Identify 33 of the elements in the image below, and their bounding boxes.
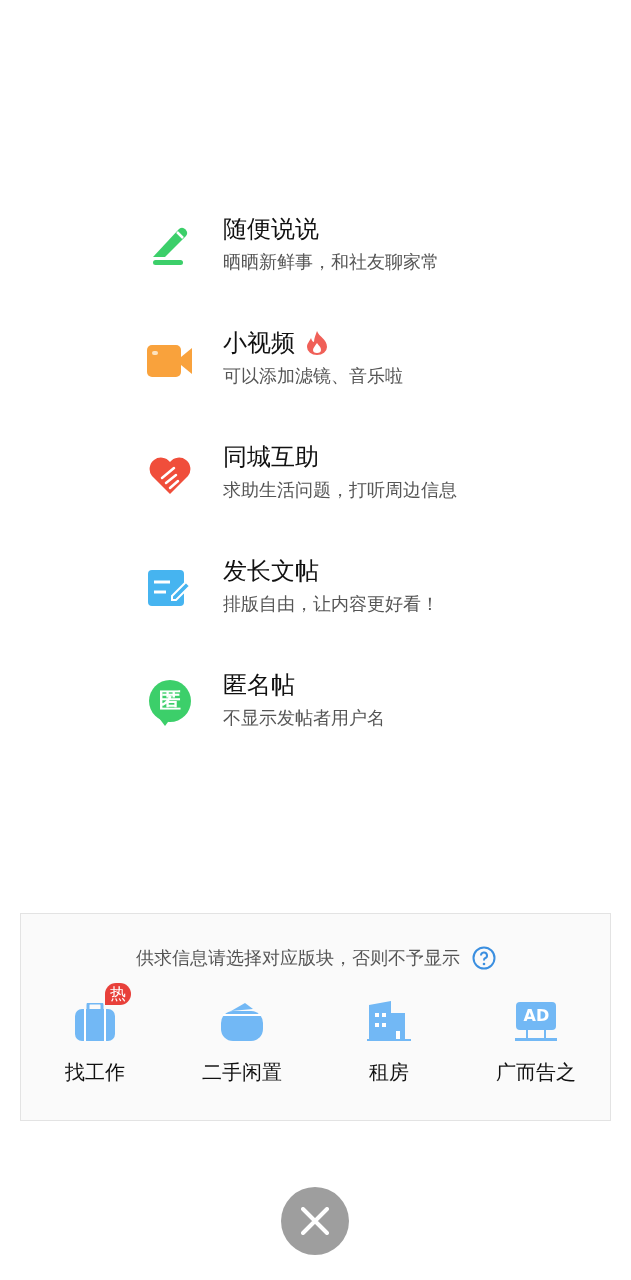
category-option[interactable]: 二手闲置 bbox=[168, 981, 316, 1087]
building-icon bbox=[367, 1001, 412, 1041]
video-camera-icon bbox=[147, 345, 193, 377]
suitcase-icon bbox=[74, 1003, 115, 1041]
category-option[interactable]: 热 找工作 bbox=[21, 981, 169, 1087]
basket-icon bbox=[220, 1001, 263, 1041]
post-type-option[interactable]: 发长文帖 排版自由，让内容更好看！ bbox=[0, 532, 631, 646]
edit-document-icon bbox=[148, 570, 192, 608]
option-description: 不显示发帖者用户名 bbox=[223, 709, 385, 727]
option-description: 求助生活问题，打听周边信息 bbox=[223, 481, 457, 499]
notice-text: 供求信息请选择对应版块，否则不予显示 bbox=[135, 946, 460, 970]
category-option[interactable]: 租房 bbox=[315, 981, 463, 1087]
option-title: 发长文帖 bbox=[223, 559, 319, 583]
category-label: 广而告之 bbox=[496, 1059, 577, 1086]
option-title: 匿名帖 bbox=[223, 673, 295, 697]
category-option[interactable]: AD 广而告之 bbox=[462, 981, 610, 1087]
post-type-option[interactable]: 匿 匿名帖 不显示发帖者用户名 bbox=[0, 646, 631, 760]
option-description: 晒晒新鲜事，和社友聊家常 bbox=[223, 253, 439, 271]
category-label: 租房 bbox=[369, 1059, 410, 1086]
option-description: 可以添加滤镜、音乐啦 bbox=[223, 367, 403, 385]
option-title: 随便说说 bbox=[223, 217, 319, 241]
option-title: 同城互助 bbox=[223, 445, 319, 469]
category-label: 二手闲置 bbox=[201, 1059, 282, 1086]
option-title: 小视频 bbox=[223, 331, 295, 355]
category-label: 找工作 bbox=[64, 1059, 125, 1086]
option-description: 排版自由，让内容更好看！ bbox=[223, 595, 439, 613]
close-icon bbox=[301, 1207, 329, 1235]
post-type-option[interactable]: 同城互助 求助生活问题，打听周边信息 bbox=[0, 418, 631, 532]
heart-hand-icon bbox=[148, 456, 192, 494]
hot-badge: 热 bbox=[104, 983, 131, 1005]
post-type-option[interactable]: 随便说说 晒晒新鲜事，和社友聊家常 bbox=[0, 190, 631, 304]
help-icon[interactable] bbox=[471, 945, 496, 970]
post-type-option[interactable]: 小视频 可以添加滤镜、音乐啦 bbox=[0, 304, 631, 418]
